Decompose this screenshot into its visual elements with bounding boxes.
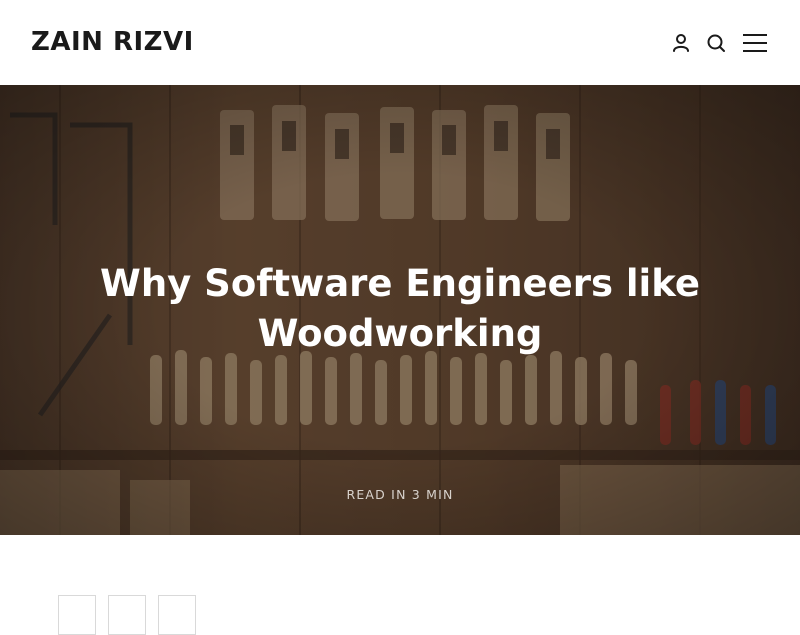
menu-icon[interactable] (742, 31, 768, 55)
read-time: READ IN 3 MIN (346, 487, 454, 502)
hero-banner: Why Software Engineers like Woodworking … (0, 85, 800, 535)
site-header: ZAIN RIZVI (0, 0, 800, 85)
site-logo[interactable]: ZAIN RIZVI (31, 27, 194, 57)
user-icon[interactable] (669, 31, 693, 55)
share-button-3[interactable] (158, 595, 196, 635)
search-icon[interactable] (704, 31, 728, 55)
post-title: Why Software Engineers like Woodworking (100, 262, 700, 355)
share-button-2[interactable] (108, 595, 146, 635)
share-button-1[interactable] (58, 595, 96, 635)
